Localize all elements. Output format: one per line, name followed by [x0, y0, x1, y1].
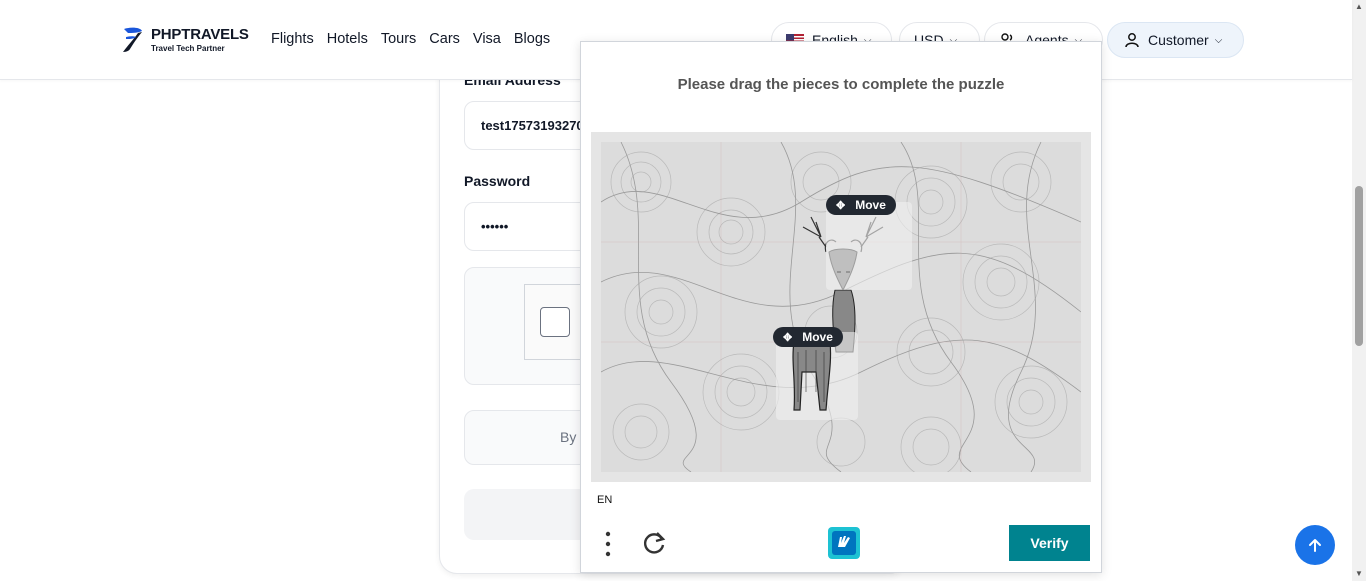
puzzle-title: Please drag the pieces to complete the p…: [677, 76, 1005, 93]
customer-label: Customer: [1148, 32, 1209, 48]
brand-tagline: Travel Tech Partner: [151, 44, 225, 53]
brand-logo-icon: [123, 27, 142, 52]
scroll-up-arrow-icon[interactable]: ▲: [1352, 0, 1366, 14]
nav-flights[interactable]: Flights: [271, 31, 314, 47]
language-selector[interactable]: EN: [597, 494, 612, 506]
scroll-down-arrow-icon[interactable]: ▼: [1352, 567, 1366, 581]
puzzle-piece-top[interactable]: [826, 202, 912, 290]
hcaptcha-logo-icon[interactable]: [826, 525, 862, 561]
move-icon: ✥: [783, 331, 793, 344]
brand-logo[interactable]: PHPTRAVELS Travel Tech Partner: [120, 25, 249, 55]
brand-name: PHPTRAVELS: [151, 26, 249, 43]
verify-button[interactable]: Verify: [1009, 525, 1090, 561]
user-icon: [1125, 33, 1139, 48]
arrow-up-icon: [1309, 539, 1321, 552]
move-label: Move: [802, 330, 833, 344]
password-label: Password: [464, 173, 531, 189]
move-handle-bottom[interactable]: ✥ Move: [773, 327, 843, 347]
puzzle-captcha-dialog: Please drag the pieces to complete the p…: [580, 41, 1102, 573]
puzzle-frame: ✥ Move ✥ Move: [591, 132, 1091, 482]
nav-blogs[interactable]: Blogs: [514, 31, 550, 47]
customer-dropdown[interactable]: Customer ⌵: [1107, 22, 1244, 58]
captcha-checkbox[interactable]: [540, 307, 570, 337]
nav-hotels[interactable]: Hotels: [327, 31, 368, 47]
puzzle-image: ✥ Move ✥ Move: [601, 142, 1081, 472]
move-label: Move: [855, 198, 886, 212]
scrollbar-thumb[interactable]: [1355, 186, 1363, 346]
move-icon: ✥: [836, 199, 846, 212]
main-nav: Flights Hotels Tours Cars Visa Blogs: [271, 31, 563, 47]
move-handle-top[interactable]: ✥ Move: [826, 195, 896, 215]
more-vertical-icon[interactable]: [603, 530, 613, 558]
nav-tours[interactable]: Tours: [381, 31, 416, 47]
back-to-top-button[interactable]: [1295, 525, 1335, 565]
nav-cars[interactable]: Cars: [429, 31, 460, 47]
chevron-down-icon: ⌵: [1214, 34, 1223, 46]
nav-visa[interactable]: Visa: [473, 31, 501, 47]
refresh-icon[interactable]: [641, 530, 667, 556]
terms-text: By: [560, 429, 577, 445]
